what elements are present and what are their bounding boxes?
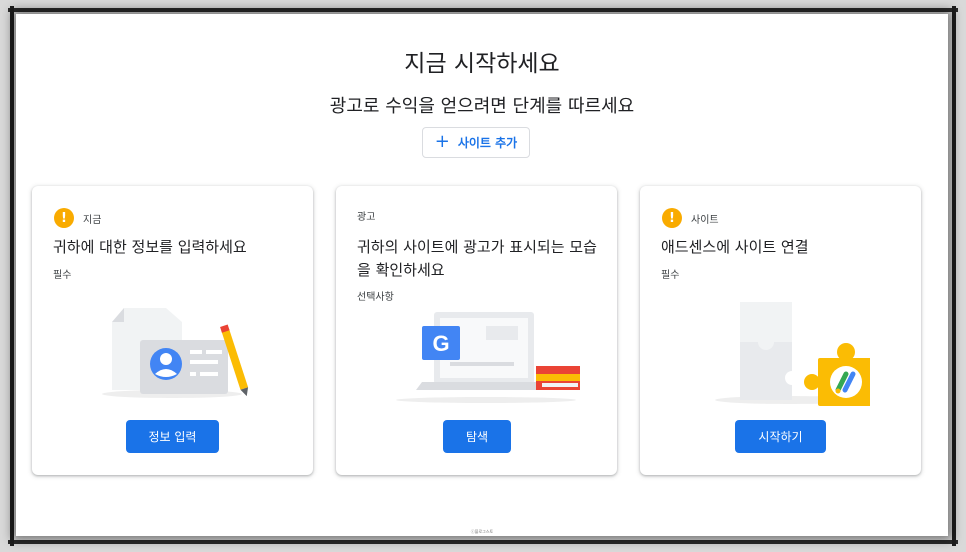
warning-icon: !: [662, 208, 682, 228]
plus-icon: +: [434, 130, 450, 152]
frame-edge-left: [10, 6, 14, 546]
enter-info-button[interactable]: 정보 입력: [126, 420, 219, 453]
add-site-button[interactable]: + 사이트 추가: [422, 127, 530, 158]
card-ad-preview: 광고 귀하의 사이트에 광고가 표시되는 모습을 확인하세요 선택사항 G 탐색: [336, 186, 617, 475]
get-started-button[interactable]: 시작하기: [735, 420, 826, 453]
footer-watermark: ⓒ블로그스토: [470, 529, 494, 534]
explore-button[interactable]: 탐색: [443, 420, 511, 453]
puzzle-illustration: [715, 302, 870, 406]
frame-edge-right: [952, 6, 956, 546]
card-status: 광고: [357, 208, 375, 223]
card-status: ! 사이트: [662, 208, 719, 228]
requirement-label: 필수: [661, 270, 680, 281]
card-title: 귀하에 대한 정보를 입력하세요: [53, 238, 247, 256]
add-site-label: 사이트 추가: [457, 136, 518, 150]
card-personal-info: ! 지금 귀하에 대한 정보를 입력하세요 필수 정보 입력: [32, 186, 313, 475]
status-label: 사이트: [691, 214, 719, 226]
status-label: 지금: [83, 214, 102, 226]
page-frame: 지금 시작하세요 광고로 수익을 얻으려면 단계를 따르세요 + 사이트 추가 …: [16, 14, 948, 536]
card-title: 귀하의 사이트에 광고가 표시되는 모습을 확인하세요: [357, 238, 597, 279]
card-title: 애드센스에 사이트 연결: [661, 238, 809, 256]
frame-edge-top: [8, 8, 958, 12]
card-connect-site: ! 사이트 애드센스에 사이트 연결 필수 시작하기: [640, 186, 921, 475]
warning-icon: !: [54, 208, 74, 228]
svg-text:G: G: [432, 331, 449, 356]
id-card-illustration: [102, 308, 249, 398]
card-status: ! 지금: [54, 208, 101, 228]
frame-edge-bottom: [8, 540, 958, 544]
requirement-label: 필수: [53, 270, 72, 281]
page-subtitle: 광고로 수익을 얻으려면 단계를 따르세요: [329, 96, 635, 117]
requirement-label: 선택사항: [357, 292, 394, 303]
laptop-illustration: G: [396, 312, 580, 403]
page-title: 지금 시작하세요: [404, 51, 560, 77]
status-label: 광고: [357, 212, 376, 223]
